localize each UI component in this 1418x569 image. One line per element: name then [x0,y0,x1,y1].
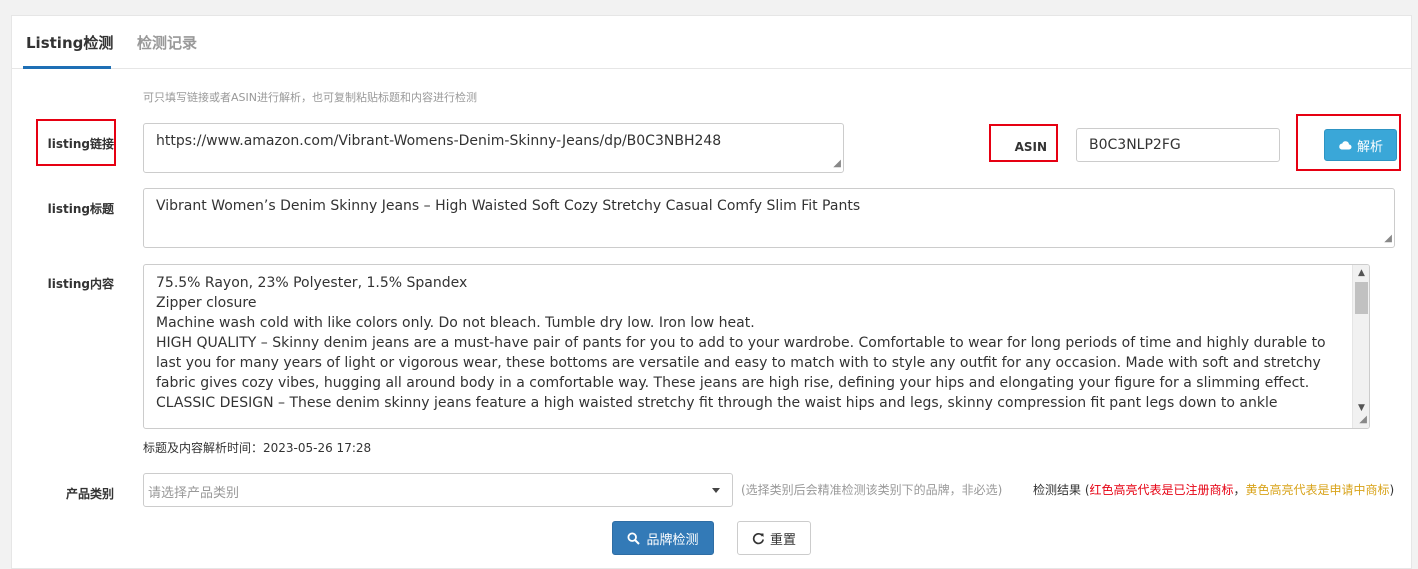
reset-label: 重置 [769,532,796,548]
content-scrollbar[interactable]: ▲ ▼ [1352,265,1369,428]
parse-button[interactable]: 解析 [1324,129,1397,161]
search-icon [627,531,641,545]
result-suffix: ) [1389,483,1395,497]
category-placeholder: 请选择产品类别 [148,486,240,501]
resize-grip-icon[interactable]: ◢ [1355,414,1367,426]
result-prefix: 检测结果 ( [1033,483,1090,497]
listing-title-label: listing标题 [47,202,114,216]
chevron-down-icon [712,488,720,493]
category-select[interactable]: 请选择产品类别 [143,473,733,507]
tab-bar: Listing检测 检测记录 [12,16,1411,69]
asin-value: B0C3NLP2FG [1089,137,1181,153]
refresh-icon [752,532,765,544]
scroll-thumb[interactable] [1355,282,1368,314]
listing-content-label: listing内容 [47,277,114,291]
scroll-up-icon[interactable]: ▲ [1353,265,1369,281]
listing-link-label: listing链接 [47,137,114,151]
category-note: (选择类别后会精准检测该类别下的品牌，非必选) [741,483,1003,497]
resize-grip-icon[interactable]: ◢ [829,158,841,170]
listing-content-textarea[interactable]: 75.5% Rayon, 23% Polyester, 1.5% Spandex… [143,264,1370,429]
instruction-hint: 可只填写链接或者ASIN进行解析，也可复制粘贴标题和内容进行检测 [143,91,477,104]
asin-input[interactable]: B0C3NLP2FG [1076,128,1280,162]
listing-link-value: https://www.amazon.com/Vibrant-Womens-De… [156,133,722,149]
tab-check-records[interactable]: 检测记录 [137,32,197,53]
listing-content-value: 75.5% Rayon, 23% Polyester, 1.5% Spandex… [156,275,1326,411]
listing-panel: Listing检测 检测记录 可只填写链接或者ASIN进行解析，也可复制粘贴标题… [11,15,1412,569]
cloud-icon [1339,141,1352,150]
asin-label: ASIN [1014,140,1047,154]
category-label: 产品类别 [65,487,114,501]
result-separator: ， [1233,483,1246,497]
resize-grip-icon[interactable]: ◢ [1380,233,1392,245]
reset-button[interactable]: 重置 [737,521,811,555]
result-legend: 检测结果 (红色高亮代表是已注册商标，黄色高亮代表是申请中商标) [1033,481,1394,498]
brand-check-label: 品牌检测 [646,532,699,548]
parse-button-label: 解析 [1356,139,1383,155]
listing-title-input[interactable]: Vibrant Women’s Denim Skinny Jeans – Hig… [143,188,1395,248]
brand-check-button[interactable]: 品牌检测 [612,521,714,555]
parse-time: 标题及内容解析时间：2023-05-26 17:28 [143,441,372,455]
listing-link-input[interactable]: https://www.amazon.com/Vibrant-Womens-De… [143,123,844,173]
result-yellow-legend: 黄色高亮代表是申请中商标 [1245,483,1390,497]
result-red-legend: 红色高亮代表是已注册商标 [1089,483,1234,497]
tab-listing-check[interactable]: Listing检测 [26,32,113,53]
listing-title-value: Vibrant Women’s Denim Skinny Jeans – Hig… [156,198,861,214]
active-tab-indicator [23,66,111,69]
